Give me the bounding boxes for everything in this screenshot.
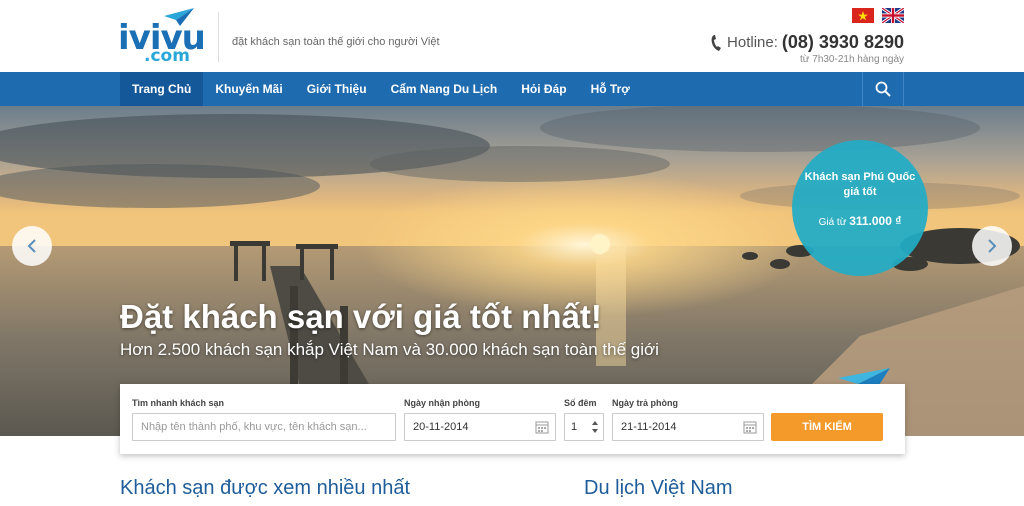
nav-item-cam-nang-du-lich[interactable]: Cẩm Nang Du Lịch [379,72,510,106]
vietnam-travel-heading[interactable]: Du lịch Việt Nam [584,477,733,500]
ivivu-logo[interactable]: ivivu .com [118,8,206,66]
nav-item-trang-chu[interactable]: Trang Chủ [120,72,204,106]
chevron-left-icon [27,239,36,253]
hero-title: Đặt khách sạn với giá tốt nhất! [120,298,602,335]
language-switcher [852,8,904,23]
nights-select[interactable]: 1 [564,413,604,441]
hotel-search-form: Tìm nhanh khách sạn Nhập tên thành phố, … [120,384,905,454]
vietnam-flag-icon[interactable] [852,8,874,23]
nights-value: 1 [571,421,578,433]
nav-item-hoi-dap[interactable]: Hỏi Đáp [509,72,578,106]
nav-item-gioi-thieu[interactable]: Giới Thiệu [295,72,379,106]
nights-label: Số đêm [564,398,597,408]
promo-title: Khách sạn Phú Quốc giá tốt [804,171,916,198]
calendar-icon[interactable] [535,420,549,434]
site-header: ivivu .com đặt khách sạn toàn thế giới c… [0,0,1024,72]
hotline-label: Hotline: [727,34,778,51]
hotel-search-input[interactable]: Nhập tên thành phố, khu vực, tên khách s… [132,413,396,441]
select-arrows-icon [592,421,598,433]
promo-price-value: 311.000 ₫ [849,214,902,228]
hotel-search-label: Tìm nhanh khách sạn [132,398,225,408]
site-tagline: đặt khách sạn toàn thế giới cho người Vi… [232,36,440,48]
nav-items: Trang Chủ Khuyến Mãi Giới Thiệu Cẩm Nang… [120,72,642,106]
hotline: Hotline: (08) 3930 8290 [711,32,904,53]
uk-flag-icon[interactable] [882,8,904,23]
checkout-label: Ngày trả phòng [612,398,679,408]
nav-search-button[interactable] [862,72,904,106]
checkout-date-value: 21-11-2014 [621,421,677,433]
promo-price: Giá từ 311.000 ₫ [792,214,928,228]
chevron-right-icon [988,239,997,253]
main-nav: Trang Chủ Khuyến Mãi Giới Thiệu Cẩm Nang… [0,72,1024,106]
search-icon [875,81,891,97]
checkin-date-input[interactable]: 20-11-2014 [404,413,556,441]
checkin-label: Ngày nhận phòng [404,398,480,408]
promo-badge-phu-quoc[interactable]: Khách sạn Phú Quốc giá tốt Giá từ 311.00… [792,140,928,276]
logo-domain-text: .com [144,46,190,66]
carousel-next-button[interactable] [972,226,1012,266]
most-viewed-hotels-heading[interactable]: Khách sạn được xem nhiều nhất [120,477,410,500]
search-button[interactable]: TÌM KIẾM [771,413,883,441]
hotline-number[interactable]: (08) 3930 8290 [782,32,904,53]
carousel-prev-button[interactable] [12,226,52,266]
calendar-icon[interactable] [743,420,757,434]
nav-item-ho-tro[interactable]: Hỗ Trợ [579,72,642,106]
promo-price-label: Giá từ [818,217,847,228]
checkin-date-value: 20-11-2014 [413,421,469,433]
hotline-hours: từ 7h30-21h hàng ngày [800,54,904,65]
phone-icon [711,34,722,51]
header-divider [218,12,219,62]
nav-item-khuyen-mai[interactable]: Khuyến Mãi [203,72,294,106]
hero-subtitle: Hơn 2.500 khách sạn khắp Việt Nam và 30.… [120,340,659,359]
checkout-date-input[interactable]: 21-11-2014 [612,413,764,441]
